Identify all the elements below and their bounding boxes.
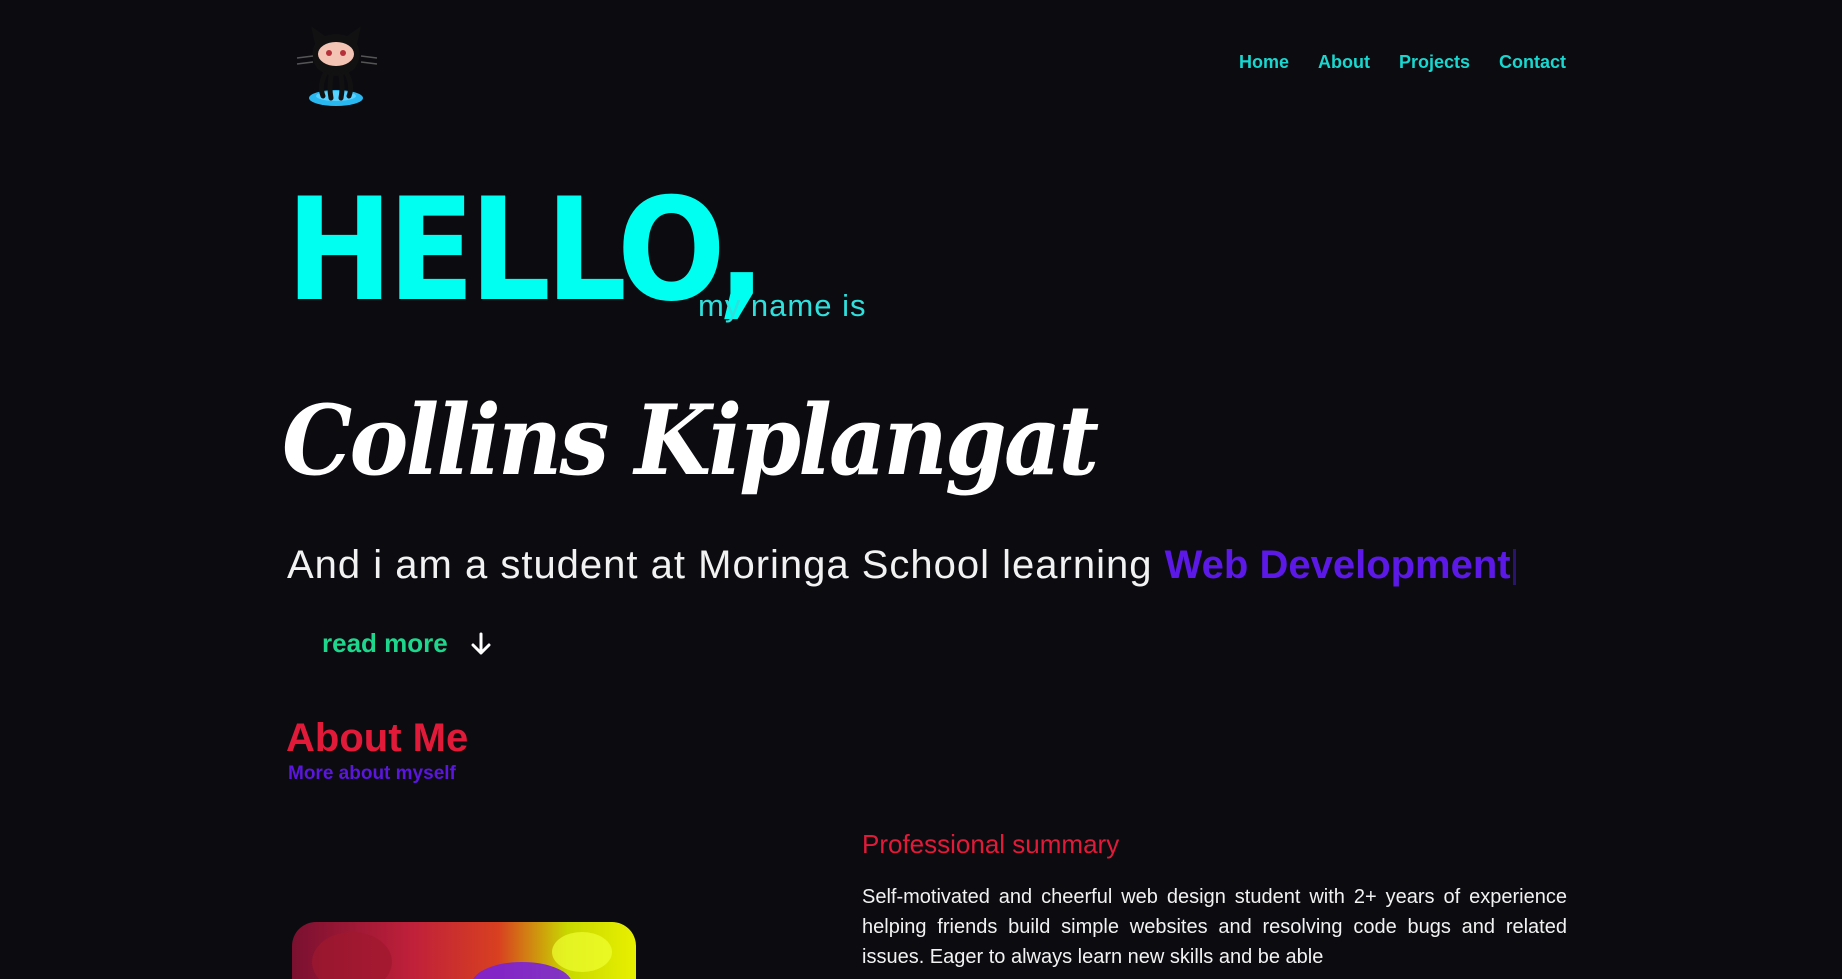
intro-text: my name is: [698, 288, 867, 323]
hello-heading: HELLO,: [286, 168, 766, 333]
nav-about-link[interactable]: About: [1318, 52, 1370, 73]
nav-home-link[interactable]: Home: [1239, 52, 1289, 73]
arrow-down-icon: [471, 632, 491, 654]
main-nav: Home About Projects Contact: [1239, 52, 1566, 73]
nav-contact-link[interactable]: Contact: [1499, 52, 1566, 73]
nav-projects-link[interactable]: Projects: [1399, 52, 1470, 73]
about-title: About Me: [286, 716, 469, 760]
summary-text: Self-motivated and cheerful web design s…: [862, 886, 1567, 968]
typing-cursor: [1512, 549, 1516, 586]
tagline-accent: Web Development: [1164, 543, 1511, 587]
tagline-prefix: And i am a student at Moringa School lea…: [287, 543, 1153, 587]
page: Home About Projects Contact HELLO, my na…: [0, 0, 1842, 979]
name-heading: Collins Kiplangat: [282, 384, 1099, 497]
octocat-logo-icon[interactable]: [289, 22, 385, 108]
about-subtitle: More about myself: [288, 763, 456, 784]
tagline: And i am a student at Moringa School lea…: [287, 543, 1516, 588]
profile-photo: [292, 922, 636, 979]
summary-title: Professional summary: [862, 829, 1120, 859]
read-more-label: read more: [322, 628, 448, 658]
read-more-button[interactable]: read more: [322, 628, 494, 659]
